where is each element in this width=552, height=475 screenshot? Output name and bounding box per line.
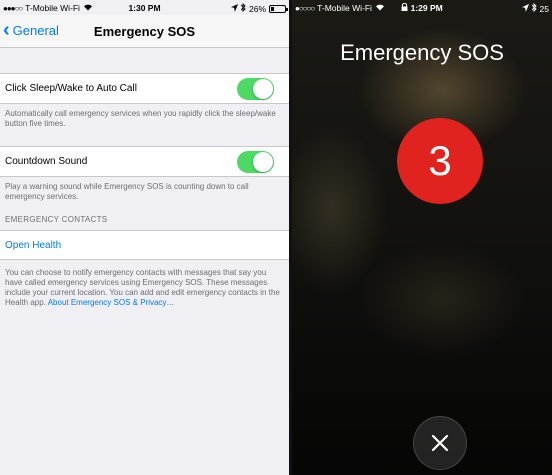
location-icon bbox=[230, 3, 238, 14]
status-bar: ●●●○○ T-Mobile Wi-Fi 1:30 PM 26% bbox=[0, 0, 289, 15]
back-button[interactable]: ‹ General bbox=[3, 19, 59, 41]
navigation-bar: ‹ General Emergency SOS bbox=[0, 15, 289, 48]
lock-icon bbox=[401, 2, 410, 13]
bluetooth-icon bbox=[531, 2, 537, 14]
cancel-button[interactable] bbox=[413, 416, 467, 470]
sos-countdown-screen: ●○○○○ T-Mobile Wi-Fi 1:29 PM 25 Emergenc… bbox=[292, 0, 552, 475]
emergency-contacts-header: EMERGENCY CONTACTS bbox=[5, 215, 108, 224]
status-bar: ●○○○○ T-Mobile Wi-Fi 1:29 PM 25 bbox=[292, 0, 552, 15]
countdown-sound-footer: Play a warning sound while Emergency SOS… bbox=[5, 182, 249, 201]
settings-screen: ●●●○○ T-Mobile Wi-Fi 1:30 PM 26% ‹ Gener… bbox=[0, 0, 289, 475]
auto-call-footer: Automatically call emergency services wh… bbox=[5, 109, 276, 128]
countdown-sound-toggle[interactable] bbox=[237, 151, 274, 173]
toggle-knob bbox=[253, 152, 273, 172]
status-time-text: 1:29 PM bbox=[410, 3, 443, 13]
auto-call-row: Click Sleep/Wake to Auto Call bbox=[0, 73, 289, 104]
open-health-link[interactable]: Open Health bbox=[5, 240, 61, 251]
auto-call-label: Click Sleep/Wake to Auto Call bbox=[5, 83, 137, 94]
toggle-knob bbox=[253, 79, 273, 99]
status-time: 1:29 PM bbox=[292, 2, 552, 13]
location-icon bbox=[521, 3, 529, 14]
close-icon bbox=[431, 434, 449, 452]
sos-title: Emergency SOS bbox=[340, 40, 504, 65]
countdown-sound-row: Countdown Sound bbox=[0, 146, 289, 177]
open-health-row[interactable]: Open Health bbox=[0, 230, 289, 260]
bluetooth-icon bbox=[240, 2, 246, 14]
chevron-left-icon: ‹ bbox=[3, 19, 10, 41]
auto-call-toggle[interactable] bbox=[237, 78, 274, 100]
battery-icon bbox=[269, 4, 288, 13]
privacy-link[interactable]: About Emergency SOS & Privacy… bbox=[48, 298, 175, 307]
battery-percent: 25 bbox=[539, 3, 549, 14]
back-label: General bbox=[12, 22, 59, 38]
countdown-sound-label: Countdown Sound bbox=[5, 156, 88, 167]
contacts-footer: You can choose to notify emergency conta… bbox=[5, 268, 283, 308]
countdown-circle: 3 bbox=[397, 118, 483, 204]
battery-percent: 26% bbox=[248, 3, 266, 14]
